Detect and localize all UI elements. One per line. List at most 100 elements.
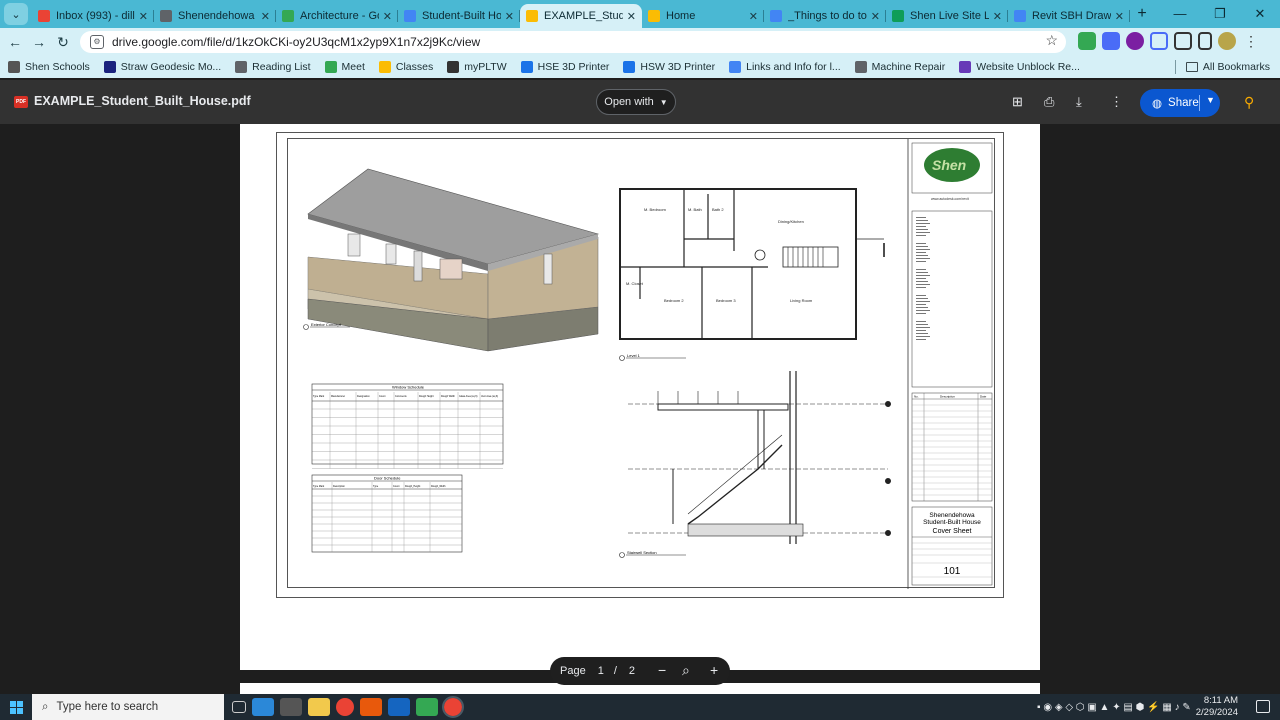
bookmark-item[interactable]: Meet — [324, 61, 365, 73]
extension-drive-icon[interactable] — [1078, 32, 1096, 50]
share-label: Share — [1168, 97, 1199, 109]
floor-plan — [619, 188, 885, 361]
bookmark-star-icon[interactable]: ☆ — [1045, 32, 1058, 49]
tab-close-icon[interactable]: ✕ — [871, 10, 880, 23]
search-icon: ⌕ — [42, 700, 49, 713]
maximize-icon[interactable]: ❐ — [1200, 0, 1240, 28]
start-button[interactable] — [0, 700, 32, 714]
tab-close-icon[interactable]: ✕ — [139, 10, 148, 23]
tab-close-icon[interactable]: ✕ — [505, 10, 514, 23]
extension-k-icon[interactable] — [1126, 32, 1144, 50]
tab-close-icon[interactable]: ✕ — [383, 10, 392, 23]
side-panel-icon[interactable] — [1198, 32, 1212, 50]
bookmark-icon — [854, 61, 867, 73]
tab-favicon-icon — [282, 10, 294, 22]
clock[interactable]: 8:11 AM 2/29/2024 — [1196, 695, 1238, 719]
room-label: Bath 2 — [712, 207, 724, 212]
profile-avatar[interactable] — [1218, 32, 1236, 50]
file-explorer-icon[interactable] — [308, 698, 330, 716]
print-icon[interactable]: ⎙ — [1044, 94, 1054, 110]
browser-tab[interactable]: Shen Live Site Login ✕ — [886, 4, 1008, 28]
tab-title: Architecture - Googl — [300, 10, 379, 22]
bookmark-item[interactable]: HSW 3D Printer — [623, 61, 715, 73]
office-icon[interactable] — [360, 698, 382, 716]
new-tab-button[interactable]: + — [1130, 5, 1154, 23]
bookmark-item[interactable]: Shen Schools — [8, 61, 90, 73]
browser-tab[interactable]: Shenendehowa Centr ✕ — [154, 4, 276, 28]
tab-close-icon[interactable]: ✕ — [993, 10, 1002, 23]
snipping-tool-icon[interactable] — [280, 698, 302, 716]
page-separator: / — [613, 665, 617, 677]
window-schedule-title: Window Schedule — [392, 385, 425, 390]
url-text: drive.google.com/file/d/1kzOkCKi-oy2U3qc… — [112, 35, 481, 49]
bookmark-item[interactable]: Straw Geodesic Mo... — [103, 61, 221, 73]
more-actions-icon[interactable]: ⋮ — [1110, 94, 1123, 110]
tray-app-icons[interactable]: ▪ ◉ ◈ ◇ ⬡ ▣ ▲ ✦ ▤ ⬢ ⚡ ▦ ♪ ✎ — [1037, 702, 1191, 713]
share-divider — [1199, 95, 1200, 111]
tab-strip: ⌄ Inbox (993) - dillmck✕Shenendehowa Cen… — [0, 0, 1280, 28]
add-comment-icon[interactable]: ⊞ — [1012, 94, 1023, 110]
browser-tab[interactable]: Revit SBH Drawi ✕ — [1008, 4, 1130, 28]
browser-tab[interactable]: EXAMPLE_Student_B ✕ — [520, 4, 642, 28]
tab-close-icon[interactable]: ✕ — [1115, 10, 1124, 23]
bookmark-item[interactable]: Links and Info for l... — [729, 61, 841, 73]
address-bar[interactable]: ⚙ drive.google.com/file/d/1kzOkCKi-oy2U3… — [80, 31, 1066, 53]
bookmark-label: Meet — [341, 61, 365, 73]
bookmark-icon — [959, 61, 972, 73]
project-name-line2: Student-Built House — [923, 519, 981, 526]
site-info-icon[interactable]: ⚙ — [90, 35, 104, 49]
reload-icon[interactable]: ↻ — [51, 34, 75, 51]
chrome-active-icon[interactable] — [442, 696, 464, 718]
browser-tab[interactable]: Home ✕ — [642, 4, 764, 28]
forward-icon[interactable]: → — [27, 34, 51, 50]
browser-tab[interactable]: _Things to do today ✕ — [764, 4, 886, 28]
room-label: M. Closet — [626, 281, 644, 286]
page-total: 2 — [628, 665, 636, 677]
title-block-website: www.autodesk.com/revit — [931, 197, 969, 201]
share-dropdown-icon[interactable]: ▼ — [1206, 95, 1215, 105]
tab-favicon-icon — [648, 10, 660, 22]
browser-tab[interactable]: Architecture - Googl ✕ — [276, 4, 398, 28]
share-button[interactable]: ◍ Share ▼ — [1140, 89, 1220, 117]
calculator-icon[interactable] — [252, 698, 274, 716]
browser-tab[interactable]: Student-Built House ✕ — [398, 4, 520, 28]
revit-icon[interactable] — [388, 698, 410, 716]
bookmark-item[interactable]: Classes — [378, 61, 433, 73]
task-view-icon[interactable] — [232, 701, 246, 713]
schedule-column-header: Count — [393, 485, 400, 488]
zoom-out-icon[interactable]: − — [658, 662, 666, 678]
bookmark-item[interactable]: HSE 3D Printer — [520, 61, 609, 73]
extension-screen-icon[interactable] — [1150, 32, 1168, 50]
tab-favicon-icon — [526, 10, 538, 22]
google-drive-icon[interactable] — [416, 698, 438, 716]
bookmark-item[interactable]: Website Unblock Re... — [959, 61, 1080, 73]
bookmark-item[interactable]: myPLTW — [447, 61, 507, 73]
account-avatar[interactable]: ⚲ — [1244, 94, 1258, 110]
clock-time: 8:11 AM — [1203, 695, 1238, 706]
folder-icon — [1185, 62, 1198, 72]
tab-favicon-icon — [770, 10, 782, 22]
extension-translate-icon[interactable] — [1102, 32, 1120, 50]
bookmark-label: Shen Schools — [25, 61, 90, 73]
close-window-icon[interactable]: ✕ — [1240, 0, 1280, 28]
page-current-input[interactable]: 1 — [598, 665, 604, 677]
all-bookmarks-button[interactable]: All Bookmarks — [1173, 60, 1270, 74]
bookmark-item[interactable]: Reading List — [235, 61, 311, 73]
tab-close-icon[interactable]: ✕ — [749, 10, 758, 23]
notification-icon[interactable] — [1256, 700, 1270, 713]
download-icon[interactable]: ⤓ — [1076, 94, 1082, 110]
tab-close-icon[interactable]: ✕ — [627, 10, 636, 23]
open-with-button[interactable]: Open with ▼ — [596, 89, 676, 115]
browser-tab[interactable]: Inbox (993) - dillmck ✕ — [32, 4, 154, 28]
tab-search-button[interactable]: ⌄ — [4, 3, 28, 25]
zoom-in-icon[interactable]: + — [710, 662, 718, 678]
browser-menu-icon[interactable]: ⋮ — [1242, 32, 1260, 50]
bookmark-item[interactable]: Machine Repair — [854, 61, 945, 73]
back-icon[interactable]: ← — [3, 34, 27, 50]
extensions-puzzle-icon[interactable] — [1174, 32, 1192, 50]
zoom-search-icon[interactable]: ⌕ — [682, 662, 690, 679]
taskbar-search-box[interactable]: ⌕ Type here to search — [32, 694, 224, 720]
chrome-icon[interactable] — [336, 698, 354, 716]
tab-close-icon[interactable]: ✕ — [261, 10, 270, 23]
minimize-icon[interactable]: — — [1160, 0, 1200, 28]
